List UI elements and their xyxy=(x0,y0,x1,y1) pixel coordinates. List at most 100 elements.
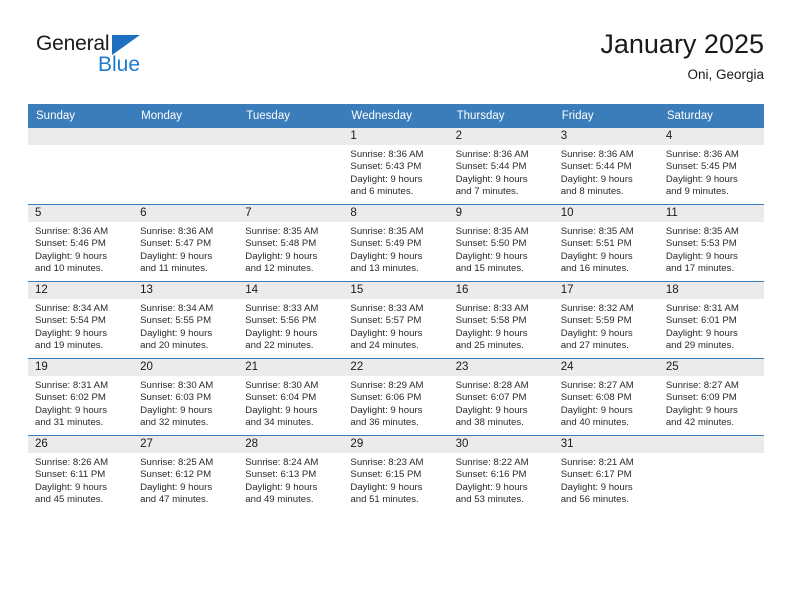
sunrise-text: Sunrise: 8:36 AM xyxy=(35,226,109,237)
calendar-day-cell[interactable]: 7 Sunrise: 8:35 AM Sunset: 5:48 PM Daylight… xyxy=(238,204,344,282)
sunset-text: Sunset: 5:59 PM xyxy=(560,315,632,327)
calendar-day-cell[interactable]: 12 Sunrise: 8:34 AM Sunset: 5:54 PM Dayligh… xyxy=(28,281,134,359)
daylight-text-cont: and 32 minutes. xyxy=(140,417,209,429)
day-details: Sunrise: 8:31 AM Sunset: 6:02 PM Daylight:… xyxy=(28,376,133,430)
sunrise-text: Sunrise: 8:35 AM xyxy=(245,226,319,237)
daylight-text: Daylight: 9 hours xyxy=(245,250,318,262)
general-blue-logo[interactable]: General Blue xyxy=(36,32,236,92)
day-number: 29 xyxy=(343,436,449,453)
calendar-day-cell[interactable]: 8 Sunrise: 8:35 AM Sunset: 5:49 PM Daylight… xyxy=(343,204,449,282)
day-details: Sunrise: 8:27 AM Sunset: 6:09 PM Daylight:… xyxy=(659,376,764,430)
calendar-day-cell[interactable]: 3 Sunrise: 8:36 AM Sunset: 5:44 PM Daylight… xyxy=(553,127,659,205)
calendar-day-cell[interactable]: 21 Sunrise: 8:30 AM Sunset: 6:04 PM Dayligh… xyxy=(238,358,344,436)
calendar-day-cell[interactable]: 16 Sunrise: 8:33 AM Sunset: 5:58 PM Dayligh… xyxy=(448,281,554,359)
sunset-text: Sunset: 6:11 PM xyxy=(35,469,106,481)
logo-triangle-icon xyxy=(112,35,140,55)
calendar-day-cell[interactable]: 31 Sunrise: 8:21 AM Sunset: 6:17 PM Dayligh… xyxy=(553,435,659,512)
calendar-day-cell[interactable]: 14 Sunrise: 8:33 AM Sunset: 5:56 PM Dayligh… xyxy=(238,281,344,359)
calendar-day-cell[interactable]: 9 Sunrise: 8:35 AM Sunset: 5:50 PM Daylight… xyxy=(448,204,554,282)
daylight-text-cont: and 45 minutes. xyxy=(35,494,104,506)
day-number: 31 xyxy=(553,436,659,453)
day-number: 26 xyxy=(28,436,134,453)
day-details: Sunrise: 8:31 AM Sunset: 6:01 PM Daylight:… xyxy=(659,299,764,353)
day-details: Sunrise: 8:36 AM Sunset: 5:46 PM Daylight:… xyxy=(28,222,133,276)
sunset-text: Sunset: 5:51 PM xyxy=(560,238,632,250)
day-details: Sunrise: 8:33 AM Sunset: 5:56 PM Daylight:… xyxy=(238,299,343,353)
sunset-text: Sunset: 6:12 PM xyxy=(140,469,212,481)
day-details: Sunrise: 8:35 AM Sunset: 5:49 PM Daylight:… xyxy=(343,222,448,276)
day-number: 21 xyxy=(238,359,344,376)
calendar-day-cell[interactable]: 13 Sunrise: 8:34 AM Sunset: 5:55 PM Dayligh… xyxy=(133,281,239,359)
daylight-text: Daylight: 9 hours xyxy=(560,481,633,493)
daylight-text: Daylight: 9 hours xyxy=(350,481,423,493)
calendar-week-row: 26 Sunrise: 8:26 AM Sunset: 6:11 PM Dayligh… xyxy=(28,435,764,512)
day-number: 7 xyxy=(238,205,344,222)
calendar-day-cell[interactable]: 30 Sunrise: 8:22 AM Sunset: 6:16 PM Dayligh… xyxy=(448,435,554,512)
daylight-text-cont: and 20 minutes. xyxy=(140,340,209,352)
sunrise-text: Sunrise: 8:31 AM xyxy=(665,303,739,314)
calendar-day-cell[interactable]: 10 Sunrise: 8:35 AM Sunset: 5:51 PM Dayligh… xyxy=(553,204,659,282)
daylight-text-cont: and 29 minutes. xyxy=(665,340,735,352)
day-number: 23 xyxy=(448,359,554,376)
daylight-text-cont: and 11 minutes. xyxy=(140,263,208,275)
daylight-text: Daylight: 9 hours xyxy=(35,250,107,262)
calendar-day-cell[interactable]: 5 Sunrise: 8:36 AM Sunset: 5:46 PM Daylight… xyxy=(28,204,134,282)
calendar-week-row: 5 Sunrise: 8:36 AM Sunset: 5:46 PM Daylight… xyxy=(28,204,764,282)
daylight-text: Daylight: 9 hours xyxy=(245,327,318,339)
day-details: Sunrise: 8:36 AM Sunset: 5:45 PM Daylight:… xyxy=(659,145,764,199)
day-number: 11 xyxy=(658,205,764,222)
day-details: Sunrise: 8:27 AM Sunset: 6:08 PM Daylight:… xyxy=(554,376,659,430)
sunrise-text: Sunrise: 8:34 AM xyxy=(35,303,109,314)
day-number: 5 xyxy=(28,205,134,222)
daylight-text: Daylight: 9 hours xyxy=(140,481,213,493)
sunset-text: Sunset: 6:16 PM xyxy=(455,469,527,481)
daylight-text: Daylight: 9 hours xyxy=(35,404,107,416)
sunset-text: Sunset: 5:58 PM xyxy=(455,315,527,327)
day-number xyxy=(658,436,764,453)
calendar-day-cell[interactable]: 4 Sunrise: 8:36 AM Sunset: 5:45 PM Daylight… xyxy=(658,127,764,205)
calendar-day-cell[interactable]: 22 Sunrise: 8:29 AM Sunset: 6:06 PM Dayligh… xyxy=(343,358,449,436)
calendar-day-cell[interactable]: 25 Sunrise: 8:27 AM Sunset: 6:09 PM Dayligh… xyxy=(658,358,764,436)
calendar-day-cell[interactable]: 18 Sunrise: 8:31 AM Sunset: 6:01 PM Dayligh… xyxy=(658,281,764,359)
day-number: 10 xyxy=(553,205,659,222)
sunset-text: Sunset: 6:15 PM xyxy=(350,469,422,481)
calendar-day-cell[interactable]: 19 Sunrise: 8:31 AM Sunset: 6:02 PM Dayligh… xyxy=(28,358,134,436)
day-number: 1 xyxy=(343,128,449,145)
calendar-day-cell[interactable]: 11 Sunrise: 8:35 AM Sunset: 5:53 PM Dayligh… xyxy=(658,204,764,282)
day-number: 3 xyxy=(553,128,659,145)
calendar-day-cell[interactable]: 29 Sunrise: 8:23 AM Sunset: 6:15 PM Dayligh… xyxy=(343,435,449,512)
title-block: January 2025 Oni, Georgia xyxy=(600,28,764,84)
calendar-day-cell[interactable]: 6 Sunrise: 8:36 AM Sunset: 5:47 PM Daylight… xyxy=(133,204,239,282)
calendar-day-cell[interactable]: 24 Sunrise: 8:27 AM Sunset: 6:08 PM Dayligh… xyxy=(553,358,659,436)
calendar-day-cell[interactable]: 23 Sunrise: 8:28 AM Sunset: 6:07 PM Dayligh… xyxy=(448,358,554,436)
calendar-week-row: 1 Sunrise: 8:36 AM Sunset: 5:43 PM Daylight… xyxy=(28,127,764,205)
calendar-day-cell[interactable]: 20 Sunrise: 8:30 AM Sunset: 6:03 PM Dayligh… xyxy=(133,358,239,436)
sunset-text: Sunset: 6:03 PM xyxy=(140,392,212,404)
calendar-header-row-group: Sunday Monday Tuesday Wednesday Thursday… xyxy=(28,104,764,128)
day-details: Sunrise: 8:33 AM Sunset: 5:58 PM Daylight:… xyxy=(449,299,554,353)
calendar-day-cell[interactable]: 27 Sunrise: 8:25 AM Sunset: 6:12 PM Dayligh… xyxy=(133,435,239,512)
day-details: Sunrise: 8:34 AM Sunset: 5:55 PM Daylight:… xyxy=(133,299,238,353)
daylight-text: Daylight: 9 hours xyxy=(245,481,318,493)
calendar-day-cell[interactable]: 17 Sunrise: 8:32 AM Sunset: 5:59 PM Dayligh… xyxy=(553,281,659,359)
weekday-header-row: Sunday Monday Tuesday Wednesday Thursday… xyxy=(28,104,764,128)
sunrise-text: Sunrise: 8:33 AM xyxy=(455,303,529,314)
daylight-text: Daylight: 9 hours xyxy=(140,250,213,262)
day-number: 16 xyxy=(448,282,554,299)
calendar-day-cell[interactable]: 15 Sunrise: 8:33 AM Sunset: 5:57 PM Dayligh… xyxy=(343,281,449,359)
calendar-day-cell[interactable]: 1 Sunrise: 8:36 AM Sunset: 5:43 PM Daylight… xyxy=(343,127,449,205)
calendar-day-cell[interactable]: 28 Sunrise: 8:24 AM Sunset: 6:13 PM Dayligh… xyxy=(238,435,344,512)
calendar-day-cell[interactable]: 2 Sunrise: 8:36 AM Sunset: 5:44 PM Daylight… xyxy=(448,127,554,205)
sunset-text: Sunset: 5:43 PM xyxy=(350,161,422,173)
sunrise-text: Sunrise: 8:27 AM xyxy=(560,380,634,391)
day-number: 12 xyxy=(28,282,134,299)
daylight-text-cont: and 8 minutes. xyxy=(560,186,624,198)
daylight-text-cont: and 6 minutes. xyxy=(350,186,414,198)
daylight-text-cont: and 47 minutes. xyxy=(140,494,209,506)
daylight-text-cont: and 56 minutes. xyxy=(560,494,629,506)
calendar-day-cell[interactable]: 26 Sunrise: 8:26 AM Sunset: 6:11 PM Dayligh… xyxy=(28,435,134,512)
calendar-day-cell-empty xyxy=(658,435,764,512)
daylight-text: Daylight: 9 hours xyxy=(350,404,423,416)
sunset-text: Sunset: 6:02 PM xyxy=(35,392,106,404)
sunrise-text: Sunrise: 8:35 AM xyxy=(665,226,739,237)
